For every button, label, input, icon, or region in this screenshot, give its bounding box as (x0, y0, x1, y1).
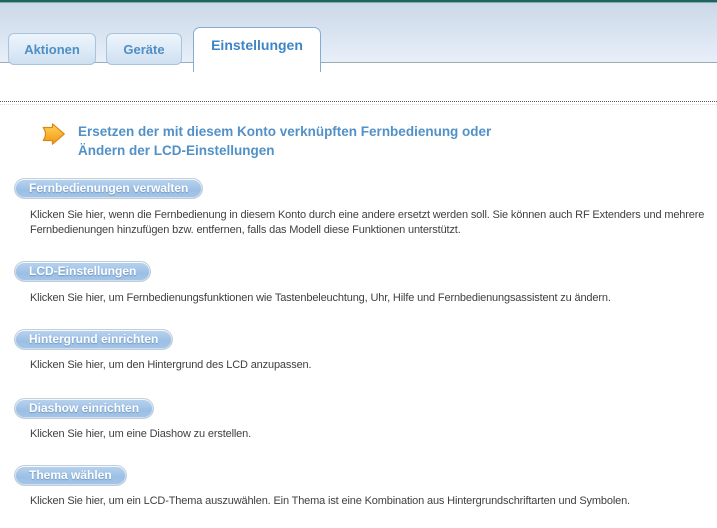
lcd-settings-button[interactable]: LCD-Einstellungen (14, 261, 151, 282)
manage-remotes-description: Klicken Sie hier, wenn die Fernbedienung… (30, 208, 717, 238)
page-title: Ersetzen der mit diesem Konto verknüpfte… (78, 122, 618, 160)
dotted-divider (0, 101, 717, 105)
tab-label: Aktionen (24, 42, 80, 57)
arrow-right-icon (40, 122, 66, 146)
tab-label: Einstellungen (211, 37, 303, 53)
setup-background-description: Klicken Sie hier, um den Hintergrund des… (30, 358, 717, 373)
settings-page: Aktionen Geräte Einstellungen Ersetzen d… (0, 0, 717, 528)
lcd-settings-description: Klicken Sie hier, um Fernbedienungsfunkt… (30, 291, 717, 306)
choose-theme-button[interactable]: Thema wählen (14, 465, 127, 486)
setup-background-button[interactable]: Hintergrund einrichten (14, 329, 173, 350)
manage-remotes-button[interactable]: Fernbedienungen verwalten (14, 178, 203, 199)
tab-label: Geräte (123, 42, 164, 57)
page-title-line1: Ersetzen der mit diesem Konto verknüpfte… (78, 122, 618, 141)
page-title-line2: Ändern der LCD-Einstellungen (78, 141, 618, 160)
setup-slideshow-button[interactable]: Diashow einrichten (14, 398, 154, 419)
tab-geraete[interactable]: Geräte (106, 33, 182, 65)
tab-einstellungen[interactable]: Einstellungen (193, 27, 321, 72)
setup-slideshow-description: Klicken Sie hier, um eine Diashow zu ers… (30, 427, 717, 442)
tab-aktionen[interactable]: Aktionen (8, 33, 96, 65)
choose-theme-description: Klicken Sie hier, um ein LCD-Thema auszu… (30, 494, 717, 509)
